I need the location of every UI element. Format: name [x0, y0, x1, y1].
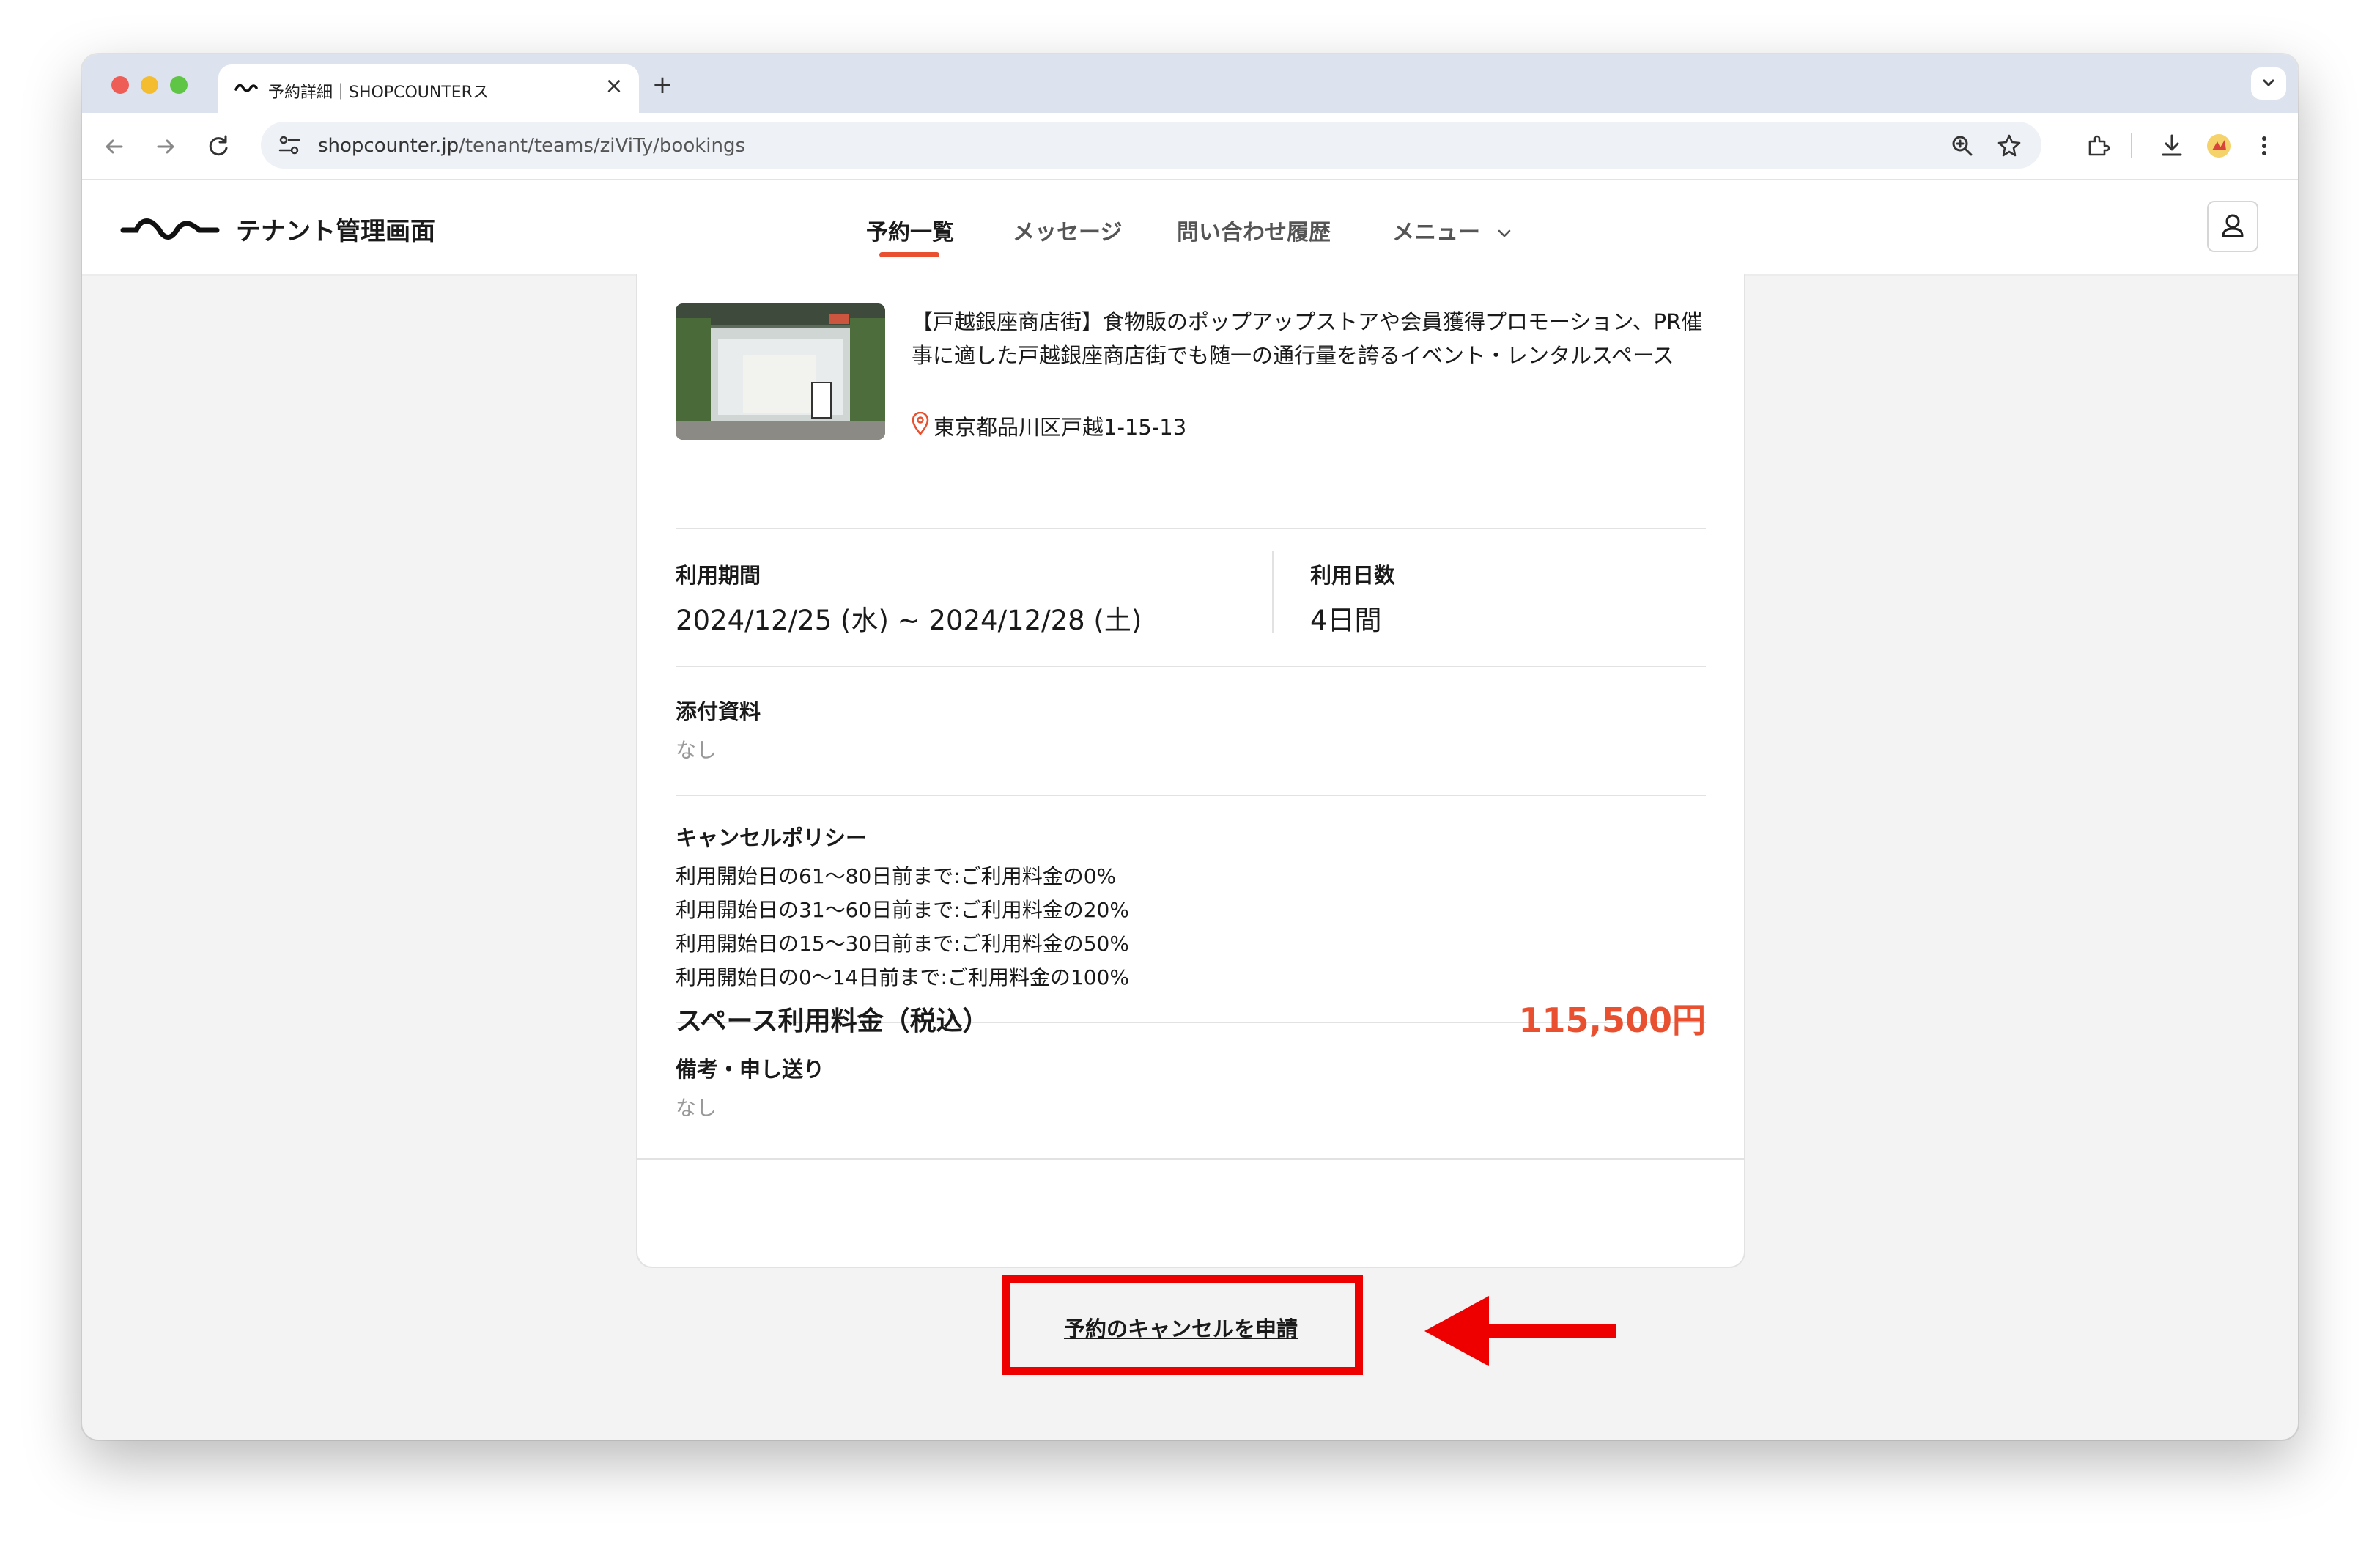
nav-inquiry-history[interactable]: 問い合わせ履歴	[1177, 214, 1331, 246]
cancel-policy-line: 利用開始日の0〜14日前まで:ご利用料金の100%	[676, 965, 1129, 989]
tab-close-icon[interactable]: ×	[602, 75, 626, 98]
extensions-puzzle-icon[interactable]	[2084, 131, 2113, 161]
site-header: テナント管理画面 予約一覧 メッセージ 問い合わせ履歴 メニュー	[82, 180, 2298, 276]
brand-name: テナント管理画面	[236, 217, 435, 246]
attachments-value: なし	[676, 738, 717, 762]
cancel-policy-label: キャンセルポリシー	[676, 825, 868, 850]
forward-arrow-icon[interactable]	[151, 132, 180, 161]
days-value: 4日間	[1310, 605, 1382, 636]
location-pin-icon	[912, 412, 929, 435]
url-host: shopcounter.jp	[318, 135, 459, 157]
shopcounter-favicon-icon	[234, 84, 258, 92]
new-tab-button[interactable]: +	[648, 70, 677, 100]
space-thumbnail[interactable]	[676, 303, 885, 440]
nav-messages[interactable]: メッセージ	[1013, 214, 1122, 246]
notes-label: 備考・申し送り	[676, 1057, 825, 1082]
nav-menu-label: メニュー	[1392, 220, 1480, 246]
days-label: 利用日数	[1310, 563, 1396, 588]
browser-window: 予約詳細｜SHOPCOUNTERス × + shopcounter.jp/ten…	[82, 54, 2298, 1440]
divider	[676, 666, 1706, 667]
chevron-down-icon	[1498, 229, 1511, 237]
nav-bookings[interactable]: 予約一覧	[866, 214, 954, 246]
total-label: スペース利用料金（税込）	[676, 1006, 989, 1036]
tab-search-button[interactable]	[2251, 67, 2286, 100]
space-address: 東京都品川区戸越1-15-13	[934, 415, 1187, 440]
browser-tab[interactable]: 予約詳細｜SHOPCOUNTERス ×	[218, 64, 639, 113]
zoom-icon[interactable]	[1948, 131, 1977, 161]
url-path: /tenant/teams/ziViTy/bookings	[459, 135, 746, 157]
bookmark-star-icon[interactable]	[1995, 131, 2024, 161]
browser-toolbar: shopcounter.jp/tenant/teams/ziViTy/booki…	[82, 113, 2298, 180]
annotation-arrow-icon	[1424, 1296, 1616, 1366]
download-icon[interactable]	[2157, 131, 2187, 161]
chevron-down-icon	[2263, 79, 2274, 87]
total-divider	[638, 1158, 1744, 1160]
cancel-policy-line: 利用開始日の15〜30日前まで:ご利用料金の50%	[676, 932, 1129, 956]
tab-strip: 予約詳細｜SHOPCOUNTERス × +	[82, 54, 2298, 113]
cancel-policy-line: 利用開始日の61〜80日前まで:ご利用料金の0%	[676, 864, 1117, 888]
user-icon	[2222, 214, 2244, 237]
toolbar-separator	[2131, 133, 2132, 158]
notes-value: なし	[676, 1096, 717, 1120]
more-menu-icon[interactable]	[2250, 131, 2279, 161]
profile-avatar-icon[interactable]	[2204, 131, 2233, 161]
vertical-divider	[1272, 551, 1274, 633]
space-title[interactable]: 【戸越銀座商店街】食物販のポップアップストアや会員獲得プロモーション、PR催事に…	[912, 305, 1710, 372]
divider	[676, 795, 1706, 796]
nav-active-indicator	[879, 252, 939, 257]
close-window-button[interactable]	[111, 76, 129, 94]
maximize-window-button[interactable]	[170, 76, 188, 94]
minimize-window-button[interactable]	[141, 76, 158, 94]
cancel-policy-line: 利用開始日の31〜60日前まで:ご利用料金の20%	[676, 898, 1129, 922]
account-button[interactable]	[2207, 201, 2258, 252]
tab-title: 予約詳細｜SHOPCOUNTERス	[268, 84, 489, 102]
nav-menu[interactable]: メニュー	[1392, 214, 1515, 246]
reload-icon[interactable]	[204, 132, 233, 161]
address-bar[interactable]: shopcounter.jp/tenant/teams/ziViTy/booki…	[261, 122, 2041, 169]
divider	[676, 528, 1706, 529]
back-arrow-icon[interactable]	[100, 132, 129, 161]
total-price: 115,500円	[1518, 1000, 1706, 1040]
period-label: 利用期間	[676, 563, 761, 588]
booking-detail-card: 【戸越銀座商店街】食物販のポップアップストアや会員獲得プロモーション、PR催事に…	[636, 274, 1745, 1268]
shopcounter-logo-icon[interactable]	[120, 213, 220, 245]
annotation-highlight-box	[1002, 1275, 1363, 1375]
url-text: shopcounter.jp/tenant/teams/ziViTy/booki…	[318, 135, 745, 157]
period-value: 2024/12/25 (水) ~ 2024/12/28 (土)	[676, 605, 1142, 636]
attachments-label: 添付資料	[676, 699, 761, 724]
site-settings-icon[interactable]	[277, 133, 302, 157]
